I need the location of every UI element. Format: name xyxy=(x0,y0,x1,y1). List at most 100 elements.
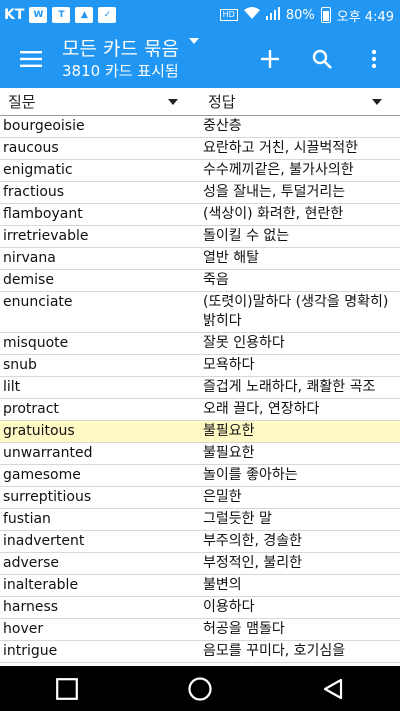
question-cell: unwarranted xyxy=(3,445,93,461)
table-row[interactable]: nirvana 열반 해탈 xyxy=(0,248,400,270)
search-button[interactable] xyxy=(296,30,348,88)
question-cell: surreptitious xyxy=(3,489,92,505)
table-row[interactable]: surreptitious 은밀한 xyxy=(0,487,400,509)
table-row[interactable]: misquote 잘못 인용하다 xyxy=(0,333,400,355)
table-row[interactable]: fustian 그럴듯한 말 xyxy=(0,509,400,531)
question-cell: inalterable xyxy=(3,577,79,593)
answer-cell: 놀이를 좋아하는 xyxy=(203,467,298,483)
question-cell: demise xyxy=(3,272,54,288)
search-icon xyxy=(312,49,332,69)
square-icon xyxy=(55,677,78,700)
overflow-menu-button[interactable] xyxy=(348,30,400,88)
question-cell: enigmatic xyxy=(3,162,73,178)
recent-apps-button[interactable] xyxy=(37,666,97,711)
clock: 오후 4:49 xyxy=(336,9,394,25)
question-cell: adverse xyxy=(3,555,60,571)
wifi-icon xyxy=(243,6,260,24)
question-column-label: 질문 xyxy=(8,93,36,111)
question-cell: bourgeoisie xyxy=(3,118,85,134)
question-cell: flamboyant xyxy=(3,206,83,222)
talk-app-icon: T xyxy=(52,7,71,23)
dropdown-icon xyxy=(188,37,199,44)
answer-cell: 돌이킬 수 없는 xyxy=(203,228,290,244)
home-button[interactable] xyxy=(170,666,230,711)
question-column-dropdown-icon xyxy=(168,98,178,105)
answer-cell: 불필요한 xyxy=(203,445,255,461)
menu-button[interactable] xyxy=(0,30,62,88)
answer-cell: 오래 끌다, 연장하다 xyxy=(203,401,320,417)
table-row[interactable]: enunciate (또렷이)말하다 (생각을 명확히) 밝히다 xyxy=(0,292,400,333)
battery-icon xyxy=(320,7,331,23)
question-cell: hover xyxy=(3,621,44,637)
plus-icon xyxy=(261,50,279,68)
answer-cell: 이용하다 xyxy=(203,599,255,615)
app-bar: 모든 카드 묶음 3810 카드 표시됨 xyxy=(0,30,400,88)
table-row[interactable]: gratuitous 불필요한 xyxy=(0,421,400,443)
table-row[interactable]: hover 허공을 맴돌다 xyxy=(0,619,400,641)
deck-selector[interactable]: 모든 카드 묶음 3810 카드 표시됨 xyxy=(62,37,242,81)
question-cell: fustian xyxy=(3,511,51,527)
gallery-icon: ▲ xyxy=(75,7,94,23)
table-row[interactable]: fractious 성을 잘내는, 투덜거리는 xyxy=(0,182,400,204)
column-header-row: 질문 정답 xyxy=(0,88,400,116)
table-row[interactable]: unwarranted 불필요한 xyxy=(0,443,400,465)
question-column-header[interactable]: 질문 xyxy=(0,91,196,112)
word-app-icon: W xyxy=(29,7,48,23)
page-title: 모든 카드 묶음 xyxy=(62,37,179,60)
answer-cell: 요란하고 거친, 시끌벅적한 xyxy=(203,140,359,156)
table-row[interactable]: enigmatic 수수께끼같은, 불가사의한 xyxy=(0,160,400,182)
answer-cell: 부정적인, 불리한 xyxy=(203,555,303,571)
answer-cell: 열반 해탈 xyxy=(203,250,259,266)
question-cell: snub xyxy=(3,357,37,373)
answer-cell: 잘못 인용하다 xyxy=(203,335,285,351)
status-bar: KT W T ▲ ✓ HD 80% 오후 4:49 xyxy=(0,0,400,30)
signal-icon xyxy=(265,6,280,24)
question-cell: lilt xyxy=(3,379,21,395)
answer-cell: 죽음 xyxy=(203,272,229,288)
system-nav-bar xyxy=(0,666,400,711)
table-row[interactable]: demise 죽음 xyxy=(0,270,400,292)
question-cell: irretrievable xyxy=(3,228,89,244)
table-row[interactable]: gamesome 놀이를 좋아하는 xyxy=(0,465,400,487)
circle-icon xyxy=(188,676,212,701)
question-cell: enunciate xyxy=(3,294,73,310)
table-row[interactable]: protract 오래 끌다, 연장하다 xyxy=(0,399,400,421)
hamburger-icon xyxy=(20,51,42,67)
answer-cell: 즐겁게 노래하다, 쾌활한 곡조 xyxy=(203,379,376,395)
battery-percent: 80% xyxy=(285,7,315,23)
question-cell: misquote xyxy=(3,335,69,351)
question-cell: raucous xyxy=(3,140,59,156)
question-cell: gratuitous xyxy=(3,423,75,439)
clipboard-icon: ✓ xyxy=(98,7,117,23)
back-button[interactable] xyxy=(303,666,363,711)
answer-cell: 모욕하다 xyxy=(203,357,255,373)
table-row[interactable]: raucous 요란하고 거친, 시끌벅적한 xyxy=(0,138,400,160)
add-button[interactable] xyxy=(244,30,296,88)
answer-column-header[interactable]: 정답 xyxy=(196,91,400,112)
question-cell: inadvertent xyxy=(3,533,85,549)
table-row[interactable]: lilt 즐겁게 노래하다, 쾌활한 곡조 xyxy=(0,377,400,399)
back-triangle-icon xyxy=(324,678,343,699)
question-cell: gamesome xyxy=(3,467,81,483)
answer-cell: 성을 잘내는, 투덜거리는 xyxy=(203,184,346,200)
question-cell: intrigue xyxy=(3,643,58,659)
answer-cell: 부주의한, 경솔한 xyxy=(203,533,303,549)
table-row[interactable]: inalterable 불변의 xyxy=(0,575,400,597)
answer-cell: 음모를 꾸미다, 호기심을 xyxy=(203,643,346,659)
answer-cell: 은밀한 xyxy=(203,489,242,505)
hd-badge: HD xyxy=(219,9,238,21)
card-count-subtitle: 3810 카드 표시됨 xyxy=(62,61,179,80)
table-row[interactable]: harness 이용하다 xyxy=(0,597,400,619)
table-row[interactable]: intrigue 음모를 꾸미다, 호기심을 xyxy=(0,641,400,663)
answer-cell: 불필요한 xyxy=(203,423,255,439)
table-row[interactable]: inadvertent 부주의한, 경솔한 xyxy=(0,531,400,553)
card-list[interactable]: bourgeoisie 중산층 raucous 요란하고 거친, 시끌벅적한 enigm… xyxy=(0,116,400,666)
question-cell: protract xyxy=(3,401,59,417)
more-vert-icon xyxy=(371,49,377,69)
table-row[interactable]: snub 모욕하다 xyxy=(0,355,400,377)
table-row[interactable]: flamboyant (색상이) 화려한, 현란한 xyxy=(0,204,400,226)
question-cell: fractious xyxy=(3,184,65,200)
table-row[interactable]: bourgeoisie 중산층 xyxy=(0,116,400,138)
table-row[interactable]: irretrievable 돌이킬 수 없는 xyxy=(0,226,400,248)
table-row[interactable]: adverse 부정적인, 불리한 xyxy=(0,553,400,575)
